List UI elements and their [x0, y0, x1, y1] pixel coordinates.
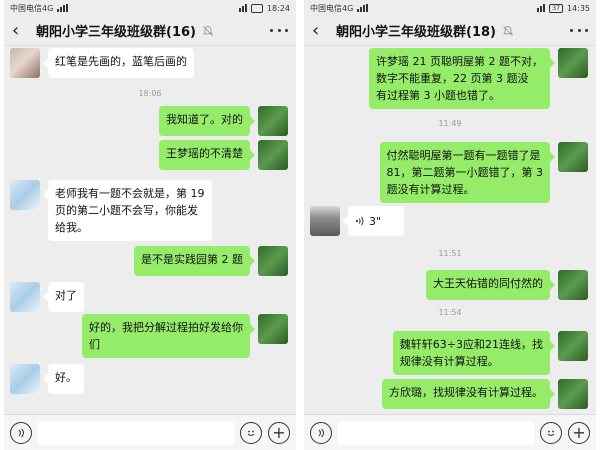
message-bubble[interactable]: 是不是实践园第 2 题: [134, 246, 255, 276]
avatar[interactable]: [258, 246, 288, 276]
input-bar: +: [4, 414, 296, 450]
avatar[interactable]: [10, 364, 40, 394]
wifi-icon: [537, 4, 546, 12]
carrier-text: 中国电信4G: [10, 3, 54, 13]
message-list[interactable]: 许梦瑶 21 页聪明屋第 2 题不对， 数字不能重复，22 页第 3 题没 有过…: [304, 46, 596, 414]
avatar[interactable]: [258, 106, 288, 136]
message-bubble[interactable]: 付然聪明屋第一题有一题错了是 81，第二题第一小题错了，第 3 题没有计算过程。: [379, 142, 555, 203]
clock-text: 14:35: [566, 3, 590, 13]
avatar[interactable]: [10, 48, 40, 78]
message-bubble[interactable]: 好。: [43, 364, 84, 394]
chat-header: ‹ 朝阳小学三年级班级群(16): [4, 16, 296, 46]
outgoing-message: 是不是实践园第 2 题: [134, 246, 288, 276]
avatar[interactable]: [558, 48, 588, 78]
incoming-message: 好。: [10, 364, 84, 394]
message-bubble[interactable]: 红笔是先画的，蓝笔后画的: [43, 48, 194, 78]
status-bar: 中国电信4G 37 14:35: [304, 0, 596, 16]
avatar[interactable]: [558, 331, 588, 361]
message-bubble[interactable]: 王梦瑶的不清楚: [159, 140, 255, 170]
emoji-icon[interactable]: [540, 421, 562, 444]
incoming-message: 对了: [10, 282, 84, 312]
voice-input-icon[interactable]: [10, 421, 32, 444]
voice-input-icon[interactable]: [310, 421, 332, 444]
outgoing-message: 许梦瑶 21 页聪明屋第 2 题不对， 数字不能重复，22 页第 3 题没 有过…: [369, 48, 588, 109]
outgoing-message: 大王天佑错的同付然的: [426, 270, 588, 300]
message-bubble[interactable]: 大王天佑错的同付然的: [426, 270, 555, 300]
message-list[interactable]: 红笔是先画的，蓝笔后画的 18:06 我知道了。对的 王梦瑶的不清楚老师我有一题不会就…: [4, 46, 296, 414]
input-bar: +: [304, 414, 596, 450]
chat-title: 朝阳小学三年级班级群(18): [336, 25, 496, 40]
more-icon[interactable]: [270, 22, 288, 40]
mute-bell-icon: [503, 25, 513, 36]
timestamp: 11:51: [438, 249, 462, 258]
signal-icon: [57, 4, 69, 12]
avatar[interactable]: [258, 140, 288, 170]
message-bubble[interactable]: 方欣璐，找规律没有计算过程。: [382, 379, 555, 409]
avatar[interactable]: [10, 282, 40, 312]
back-arrow-icon[interactable]: ‹: [312, 16, 330, 46]
signal-icon: [357, 4, 369, 12]
message-bubble[interactable]: 老师我有一题不会就是，第 19 页的第二小题不会写，你能发 给我。: [43, 180, 212, 241]
incoming-message: 红笔是先画的，蓝笔后画的: [10, 48, 194, 78]
back-arrow-icon[interactable]: ‹: [12, 16, 30, 46]
outgoing-message: 魏轩轩63÷3应和21连线，找 规律没有计算过程。: [392, 331, 588, 375]
voice-message-bubble[interactable]: 3": [343, 206, 404, 236]
timestamp: 11:49: [438, 119, 462, 128]
avatar[interactable]: [258, 314, 288, 344]
avatar[interactable]: [558, 379, 588, 409]
battery-icon: 37: [549, 3, 563, 13]
timestamp: 11:54: [438, 308, 462, 317]
message-bubble[interactable]: 好的，我把分解过程拍好发给你 们: [82, 314, 255, 358]
outgoing-message: 付然聪明屋第一题有一题错了是 81，第二题第一小题错了，第 3 题没有计算过程。: [379, 142, 588, 203]
outgoing-message: 王梦瑶的不清楚: [159, 140, 288, 170]
message-bubble[interactable]: 魏轩轩63÷3应和21连线，找 规律没有计算过程。: [392, 331, 556, 375]
carrier-text: 中国电信4G: [310, 3, 354, 13]
plus-icon[interactable]: +: [268, 421, 290, 444]
avatar[interactable]: [310, 206, 340, 236]
chat-title: 朝阳小学三年级班级群(16): [36, 25, 196, 40]
status-bar: 中国电信4G 18:24: [4, 0, 296, 16]
voice-duration: 3": [369, 214, 382, 228]
wifi-icon: [239, 4, 248, 12]
chat-header: ‹ 朝阳小学三年级班级群(18): [304, 16, 596, 46]
voice-wave-icon: [355, 216, 364, 226]
timestamp: 18:06: [138, 89, 162, 98]
message-bubble[interactable]: 我知道了。对的: [159, 106, 255, 136]
clock-text: 18:24: [266, 3, 290, 13]
incoming-message: 3": [310, 206, 404, 236]
plus-icon[interactable]: +: [568, 421, 590, 444]
emoji-icon[interactable]: [240, 421, 262, 444]
avatar[interactable]: [558, 142, 588, 172]
more-icon[interactable]: [570, 22, 588, 40]
message-input[interactable]: [38, 420, 234, 445]
battery-icon: [251, 3, 263, 13]
left-phone-screen: 中国电信4G 18:24 ‹ 朝阳小学三年级班级群(16) 红笔是先画的，蓝笔后…: [4, 0, 296, 450]
message-bubble[interactable]: 许梦瑶 21 页聪明屋第 2 题不对， 数字不能重复，22 页第 3 题没 有过…: [369, 48, 555, 109]
avatar[interactable]: [558, 270, 588, 300]
incoming-message: 老师我有一题不会就是，第 19 页的第二小题不会写，你能发 给我。: [10, 180, 212, 241]
outgoing-message: 好的，我把分解过程拍好发给你 们: [82, 314, 288, 358]
message-bubble[interactable]: 对了: [43, 282, 84, 312]
message-input[interactable]: [338, 420, 534, 445]
outgoing-message: 方欣璐，找规律没有计算过程。: [382, 379, 588, 409]
avatar[interactable]: [10, 180, 40, 210]
mute-bell-icon: [203, 25, 213, 36]
right-phone-screen: 中国电信4G 37 14:35 ‹ 朝阳小学三年级班级群(18) 许梦瑶 21 …: [304, 0, 596, 450]
outgoing-message: 我知道了。对的: [159, 106, 288, 136]
